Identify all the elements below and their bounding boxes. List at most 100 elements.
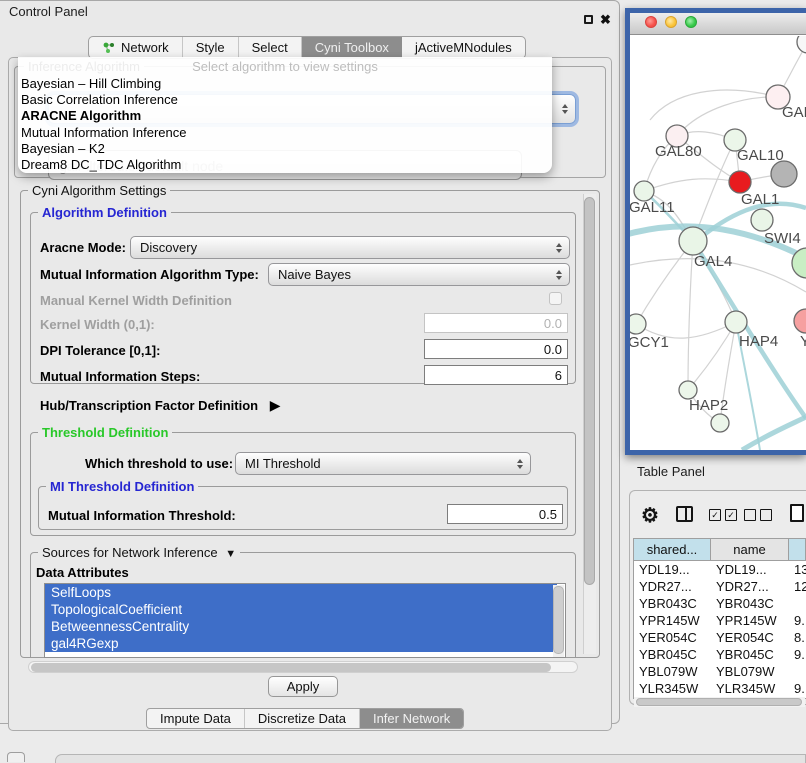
table-row[interactable]: YLR345WYLR345W9. — [634, 680, 806, 697]
mi-algorithm-type-label: Mutual Information Algorithm Type: — [40, 267, 259, 282]
table-cell: YBR043C — [634, 595, 711, 612]
bottom-tabbar: Impute Data Discretize Data Infer Networ… — [146, 708, 464, 729]
table-cell: YDL19... — [711, 561, 789, 578]
collapse-down-icon[interactable]: ▼ — [225, 548, 236, 560]
control-panel-tabbar: Network Style Select Cyni Toolbox jActiv… — [88, 36, 526, 59]
which-threshold-select[interactable]: MI Threshold — [235, 452, 531, 475]
network-node[interactable] — [711, 414, 729, 432]
table-cell: YDR27... — [711, 578, 789, 595]
column-header-shared-name[interactable]: shared... — [634, 539, 711, 560]
hub-definition-label: Hub/Transcription Factor Definition — [40, 398, 258, 413]
kernel-width-field[interactable]: 0.0 — [424, 313, 568, 333]
table-row[interactable]: YBR045CYBR045C9. — [634, 646, 806, 663]
aracne-mode-value: Discovery — [140, 240, 197, 255]
manual-kernel-width-checkbox[interactable] — [549, 292, 562, 305]
mi-algorithm-type-select[interactable]: Naive Bayes — [268, 263, 570, 286]
table-row[interactable]: YBR043CYBR043C — [634, 595, 806, 612]
algorithm-definition-title: Algorithm Definition — [38, 205, 171, 220]
tab-impute-data[interactable]: Impute Data — [147, 709, 245, 728]
network-node-label: HAP4 — [739, 333, 778, 350]
zoom-traffic-light-icon[interactable] — [685, 16, 697, 28]
column-header-name[interactable]: name — [711, 539, 789, 560]
table-row[interactable]: YDL19...YDL19...13 — [634, 561, 806, 578]
table-cell: YBL079W — [634, 663, 711, 680]
tab-network[interactable]: Network — [89, 37, 183, 58]
table-row[interactable]: YPR145WYPR145W9. — [634, 612, 806, 629]
network-node[interactable] — [725, 311, 747, 333]
tab-infer-network[interactable]: Infer Network — [360, 709, 463, 728]
hub-definition-toggle[interactable]: Hub/Transcription Factor Definition ▶ — [40, 397, 281, 414]
algorithm-option[interactable]: ARACNE Algorithm — [18, 108, 552, 124]
manual-kernel-width-label: Manual Kernel Width Definition — [40, 293, 232, 308]
network-node[interactable] — [679, 227, 707, 255]
settings-scrollbar-thumb[interactable] — [584, 197, 595, 585]
table-cell: YLR345W — [711, 680, 789, 697]
network-node[interactable] — [630, 314, 646, 334]
table-panel-title: Table Panel — [637, 464, 705, 479]
sources-title-label: Sources for Network Inference — [42, 545, 218, 560]
threshold-definition-title: Threshold Definition — [38, 425, 172, 440]
new-page-icon[interactable] — [790, 504, 804, 522]
algorithm-option[interactable]: Dream8 DC_TDC Algorithm — [18, 157, 552, 173]
table-cell: 9. — [789, 612, 806, 629]
dropdown-options: Bayesian – Hill ClimbingBasic Correlatio… — [18, 76, 552, 173]
network-node[interactable] — [771, 161, 797, 187]
tab-cyni-toolbox[interactable]: Cyni Toolbox — [302, 37, 402, 58]
network-node[interactable] — [634, 181, 654, 201]
table-row[interactable]: YDR27...YDR27...12 — [634, 578, 806, 595]
table-row[interactable]: YER054CYER054C8. — [634, 629, 806, 646]
minimize-traffic-light-icon[interactable] — [665, 16, 677, 28]
data-attribute-item[interactable]: gal4RGexp — [45, 635, 557, 652]
mi-steps-field[interactable]: 6 — [424, 365, 568, 385]
tab-label: Select — [252, 40, 288, 55]
table-row[interactable]: YBL079WYBL079W — [634, 663, 806, 680]
settings-horizontal-thumb[interactable] — [31, 663, 551, 672]
data-attribute-item[interactable]: BetweennessCentrality — [45, 618, 557, 635]
control-panel-title: Control Panel — [0, 0, 620, 24]
network-node-label: GAL11 — [630, 199, 675, 216]
network-node[interactable] — [729, 171, 751, 193]
aracne-mode-select[interactable]: Discovery — [130, 236, 570, 259]
algorithm-option[interactable]: Basic Correlation Inference — [18, 92, 552, 108]
close-icon[interactable]: ✖ — [600, 12, 611, 28]
select-all-columns-icon[interactable]: ✓ ✓ — [709, 509, 737, 521]
bottom-mini-button[interactable] — [7, 752, 25, 762]
dpi-tolerance-field[interactable]: 0.0 — [424, 339, 568, 359]
table-body: YDL19...YDL19...13YDR27...YDR27...12YBR0… — [634, 561, 806, 699]
table-horizontal-thumb[interactable] — [636, 698, 802, 706]
table-cell: YER054C — [634, 629, 711, 646]
sources-group-title[interactable]: Sources for Network Inference ▼ — [38, 545, 240, 560]
split-columns-icon[interactable] — [676, 506, 693, 522]
data-attributes-list[interactable]: SelfLoopsTopologicalCoefficientBetweenne… — [44, 583, 566, 658]
data-attributes-label: Data Attributes — [36, 565, 129, 580]
mi-algorithm-type-value: Naive Bayes — [278, 267, 351, 282]
tab-select[interactable]: Select — [239, 37, 302, 58]
expand-right-icon[interactable]: ▶ — [270, 397, 281, 413]
algorithm-option[interactable]: Mutual Information Inference — [18, 125, 552, 141]
network-node[interactable] — [797, 36, 806, 53]
apply-button[interactable]: Apply — [268, 676, 338, 697]
algorithm-option[interactable]: Bayesian – K2 — [18, 141, 552, 157]
column-header-partial[interactable] — [789, 539, 806, 560]
data-attribute-item[interactable]: SelfLoops — [45, 584, 557, 601]
settings-gear-icon[interactable]: ⚙ — [641, 503, 659, 528]
close-traffic-light-icon[interactable] — [645, 16, 657, 28]
tab-jactivemnodules[interactable]: jActiveMNodules — [402, 37, 525, 58]
data-attribute-item[interactable]: TopologicalCoefficient — [45, 601, 557, 618]
network-canvas[interactable]: GALGAL80GAL10GAL1GAL11SWI4GAL4GCY1HAP4YH… — [630, 36, 806, 450]
deselect-all-columns-icon[interactable] — [744, 509, 772, 521]
tab-label: Network — [121, 40, 169, 55]
combo-spinner-icon — [556, 243, 562, 253]
tab-discretize-data[interactable]: Discretize Data — [245, 709, 360, 728]
float-window-icon[interactable] — [584, 15, 593, 24]
table-cell: YER054C — [711, 629, 789, 646]
attributes-scrollbar-thumb[interactable] — [553, 586, 564, 654]
network-node[interactable] — [794, 309, 806, 333]
algorithm-option[interactable]: Bayesian – Hill Climbing — [18, 76, 552, 92]
network-node[interactable] — [751, 209, 773, 231]
tab-style[interactable]: Style — [183, 37, 239, 58]
mi-steps-label: Mutual Information Steps: — [40, 369, 200, 384]
mi-threshold-field[interactable]: 0.5 — [447, 504, 563, 524]
checked-box-icon: ✓ — [709, 509, 721, 521]
mi-threshold-group-title: MI Threshold Definition — [46, 479, 198, 494]
